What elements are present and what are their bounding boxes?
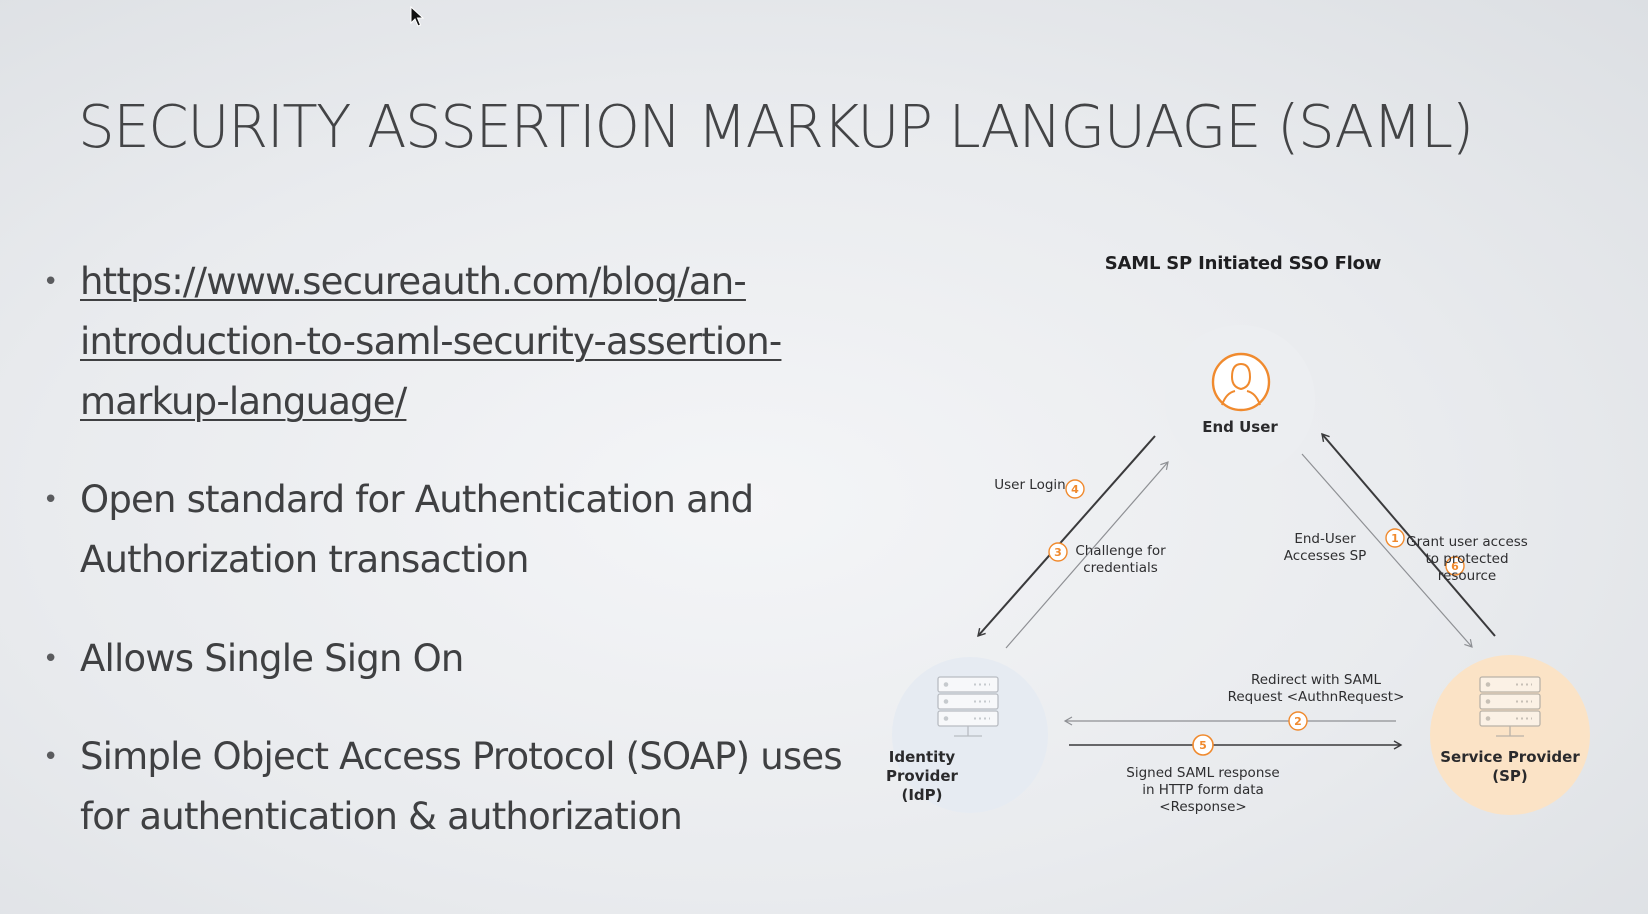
- sp-label: Service Provider (SP): [1440, 748, 1580, 785]
- step-number: 5: [1199, 739, 1207, 752]
- bullet-item: • Open standard for Authentication and A…: [40, 470, 900, 590]
- diagram-title: SAML SP Initiated SSO Flow: [1104, 253, 1382, 274]
- step-3-label: Challenge for credentials: [1075, 543, 1166, 576]
- step-badge: 2: [1288, 711, 1308, 731]
- bullet-item: • https://www.secureauth.com/blog/an-int…: [40, 252, 900, 432]
- step-number: 3: [1054, 546, 1062, 559]
- bullet-item: • Allows Single Sign On: [40, 629, 900, 689]
- end-user-label: End User: [1202, 418, 1278, 436]
- step-5-label: Signed SAML response in HTTP form data <…: [1126, 765, 1280, 815]
- user-icon: [1211, 352, 1271, 412]
- mouse-cursor-icon: [410, 6, 424, 27]
- bullet-dot: •: [43, 742, 58, 772]
- bullet-list: • https://www.secureauth.com/blog/an-int…: [40, 252, 900, 847]
- bullet-dot: •: [43, 267, 58, 297]
- slide-title: SECURITY ASSERTION MARKUP LANGUAGE (SAML…: [78, 92, 1474, 161]
- bullet-text: Simple Object Access Protocol (SOAP) use…: [80, 735, 843, 838]
- step-6-label: Grant user access to protected resource: [1406, 534, 1528, 584]
- bullet-dot: •: [43, 644, 58, 674]
- bullet-item: • Simple Object Access Protocol (SOAP) u…: [40, 727, 900, 847]
- step-2-label: Redirect with SAML Request <AuthnRequest…: [1227, 672, 1405, 705]
- idp-label: Identity Provider (IdP): [886, 748, 958, 804]
- bullet-text: Allows Single Sign On: [80, 637, 464, 680]
- bullet-text: Open standard for Authentication and Aut…: [80, 478, 754, 581]
- step-badge: 5: [1192, 734, 1214, 756]
- bullet-dot: •: [43, 485, 58, 515]
- arrow-user-login: [977, 435, 1156, 638]
- secureauth-link[interactable]: https://www.secureauth.com/blog/an-intro…: [80, 260, 782, 423]
- step-4-label: User Login: [994, 477, 1066, 493]
- step-1-label: End-User Accesses SP: [1283, 531, 1367, 564]
- step-badge: 3: [1048, 542, 1068, 562]
- step-number: 2: [1294, 715, 1302, 728]
- saml-flow-diagram: 1 2 3 4 5 6 SAML SP Initiated SSO Flow E…: [870, 250, 1610, 870]
